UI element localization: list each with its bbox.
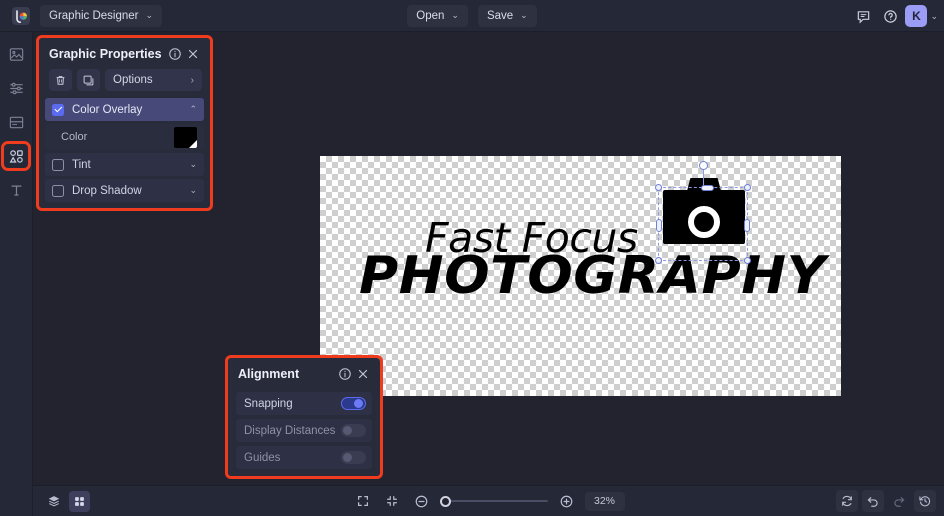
rotate-handle[interactable] <box>699 161 708 170</box>
chevron-down-icon[interactable]: ⌄ <box>189 159 197 170</box>
checkbox-color-overlay[interactable] <box>52 103 64 116</box>
display-distances-toggle[interactable] <box>341 424 366 437</box>
resize-handle-middle-right[interactable] <box>744 219 750 232</box>
comment-icon[interactable] <box>851 4 875 28</box>
alignment-title: Alignment <box>238 366 300 381</box>
sidebar-item-layout[interactable] <box>4 110 28 134</box>
panel-header: Alignment <box>228 358 380 389</box>
effect-label: Color Overlay <box>72 103 143 116</box>
selection-bounding-box[interactable] <box>655 161 751 264</box>
save-button[interactable]: Save ⌄ <box>477 4 537 27</box>
resize-handle-top-left[interactable] <box>655 184 662 191</box>
graphic-properties-panel[interactable]: Graphic Properties Options › Color Overl… <box>36 35 213 211</box>
header-center-actions: Open ⌄ Save ⌄ <box>0 4 944 27</box>
alignment-options: Snapping Display Distances Guides <box>228 389 380 477</box>
zoom-controls: 32% <box>33 491 944 512</box>
top-header: Graphic Designer ⌄ Open ⌄ Save ⌄ K ⌄ <box>0 0 944 32</box>
fit-screen-icon[interactable] <box>353 491 374 512</box>
effect-row-drop-shadow[interactable]: Drop Shadow ⌄ <box>45 179 204 202</box>
help-circle-icon[interactable] <box>878 4 902 28</box>
zoom-in-icon[interactable] <box>556 491 577 512</box>
info-icon[interactable] <box>166 45 184 63</box>
sidebar-item-shapes[interactable] <box>1 141 31 171</box>
bottom-toolbar: 32% <box>33 485 944 516</box>
options-label: Options <box>113 74 153 86</box>
alignment-label: Guides <box>244 451 281 464</box>
checkbox-drop-shadow[interactable] <box>52 184 64 197</box>
resize-handle-top-middle[interactable] <box>701 185 714 191</box>
chevron-right-icon: › <box>190 74 194 86</box>
zoom-slider-track <box>439 500 548 502</box>
history-icon[interactable] <box>914 490 936 512</box>
left-toolbar <box>0 32 33 516</box>
page-title: Graphic Properties <box>49 46 162 61</box>
color-swatch[interactable] <box>174 126 197 148</box>
effect-label: Tint <box>72 158 91 171</box>
resize-handle-bottom-right[interactable] <box>744 257 751 264</box>
alignment-row-guides[interactable]: Guides <box>236 446 372 469</box>
close-icon[interactable] <box>184 45 202 63</box>
resize-handle-middle-left[interactable] <box>656 219 662 232</box>
zoom-slider[interactable] <box>439 495 548 507</box>
color-label: Color <box>61 131 88 143</box>
fit-selection-icon[interactable] <box>382 491 403 512</box>
artboard[interactable]: Fast Focus PHOTOGRAPHY <box>320 156 841 396</box>
resize-handle-bottom-left[interactable] <box>655 257 662 264</box>
alignment-label: Snapping <box>244 397 293 410</box>
chevron-down-icon: ⌄ <box>520 10 528 20</box>
effect-row-color-overlay[interactable]: Color Overlay ⌃ <box>45 98 204 121</box>
effect-label: Drop Shadow <box>72 184 142 197</box>
panel-header: Graphic Properties <box>39 38 210 69</box>
zoom-slider-knob[interactable] <box>439 495 451 507</box>
guides-toggle[interactable] <box>341 451 366 464</box>
panel-toolbar: Options › <box>39 69 210 98</box>
redo-icon[interactable] <box>888 490 910 512</box>
chevron-down-icon[interactable]: ⌄ <box>189 185 197 196</box>
duplicate-icon[interactable] <box>77 69 100 91</box>
sidebar-item-image[interactable] <box>4 42 28 66</box>
zoom-out-icon[interactable] <box>411 491 432 512</box>
info-icon[interactable] <box>336 365 354 383</box>
close-icon[interactable] <box>354 365 372 383</box>
app-root: Graphic Designer ⌄ Open ⌄ Save ⌄ K ⌄ Fas… <box>0 0 944 516</box>
zoom-level-label[interactable]: 32% <box>584 491 625 511</box>
resize-handle-top-right[interactable] <box>744 184 751 191</box>
checkbox-tint[interactable] <box>52 158 64 171</box>
bottom-right-tools <box>836 490 936 512</box>
sidebar-item-text[interactable] <box>4 178 28 202</box>
alignment-panel[interactable]: Alignment Snapping Display Distances Gui… <box>225 355 383 479</box>
undo-icon[interactable] <box>862 490 884 512</box>
effect-row-tint[interactable]: Tint ⌄ <box>45 153 204 176</box>
effects-list: Color Overlay ⌃ Color Tint ⌄ Drop Shadow… <box>39 98 210 208</box>
save-label: Save <box>486 9 514 22</box>
snapping-toggle[interactable] <box>341 397 366 410</box>
color-overlay-color-row[interactable]: Color <box>45 124 204 150</box>
sidebar-item-adjustments[interactable] <box>4 76 28 100</box>
avatar[interactable]: K <box>905 5 928 27</box>
alignment-row-snapping[interactable]: Snapping <box>236 392 372 415</box>
logo-text-line2[interactable]: PHOTOGRAPHY <box>359 246 826 306</box>
chevron-up-icon[interactable]: ⌃ <box>189 104 197 115</box>
chevron-down-icon[interactable]: ⌄ <box>930 11 938 21</box>
open-label: Open <box>416 9 445 22</box>
options-button[interactable]: Options › <box>105 69 202 91</box>
refresh-icon[interactable] <box>836 490 858 512</box>
chevron-down-icon: ⌄ <box>451 10 459 20</box>
alignment-row-display-distances[interactable]: Display Distances <box>236 419 372 442</box>
alignment-label: Display Distances <box>244 424 336 437</box>
header-right-actions: K ⌄ <box>851 0 938 32</box>
open-button[interactable]: Open ⌄ <box>407 4 468 27</box>
trash-icon[interactable] <box>49 69 72 91</box>
